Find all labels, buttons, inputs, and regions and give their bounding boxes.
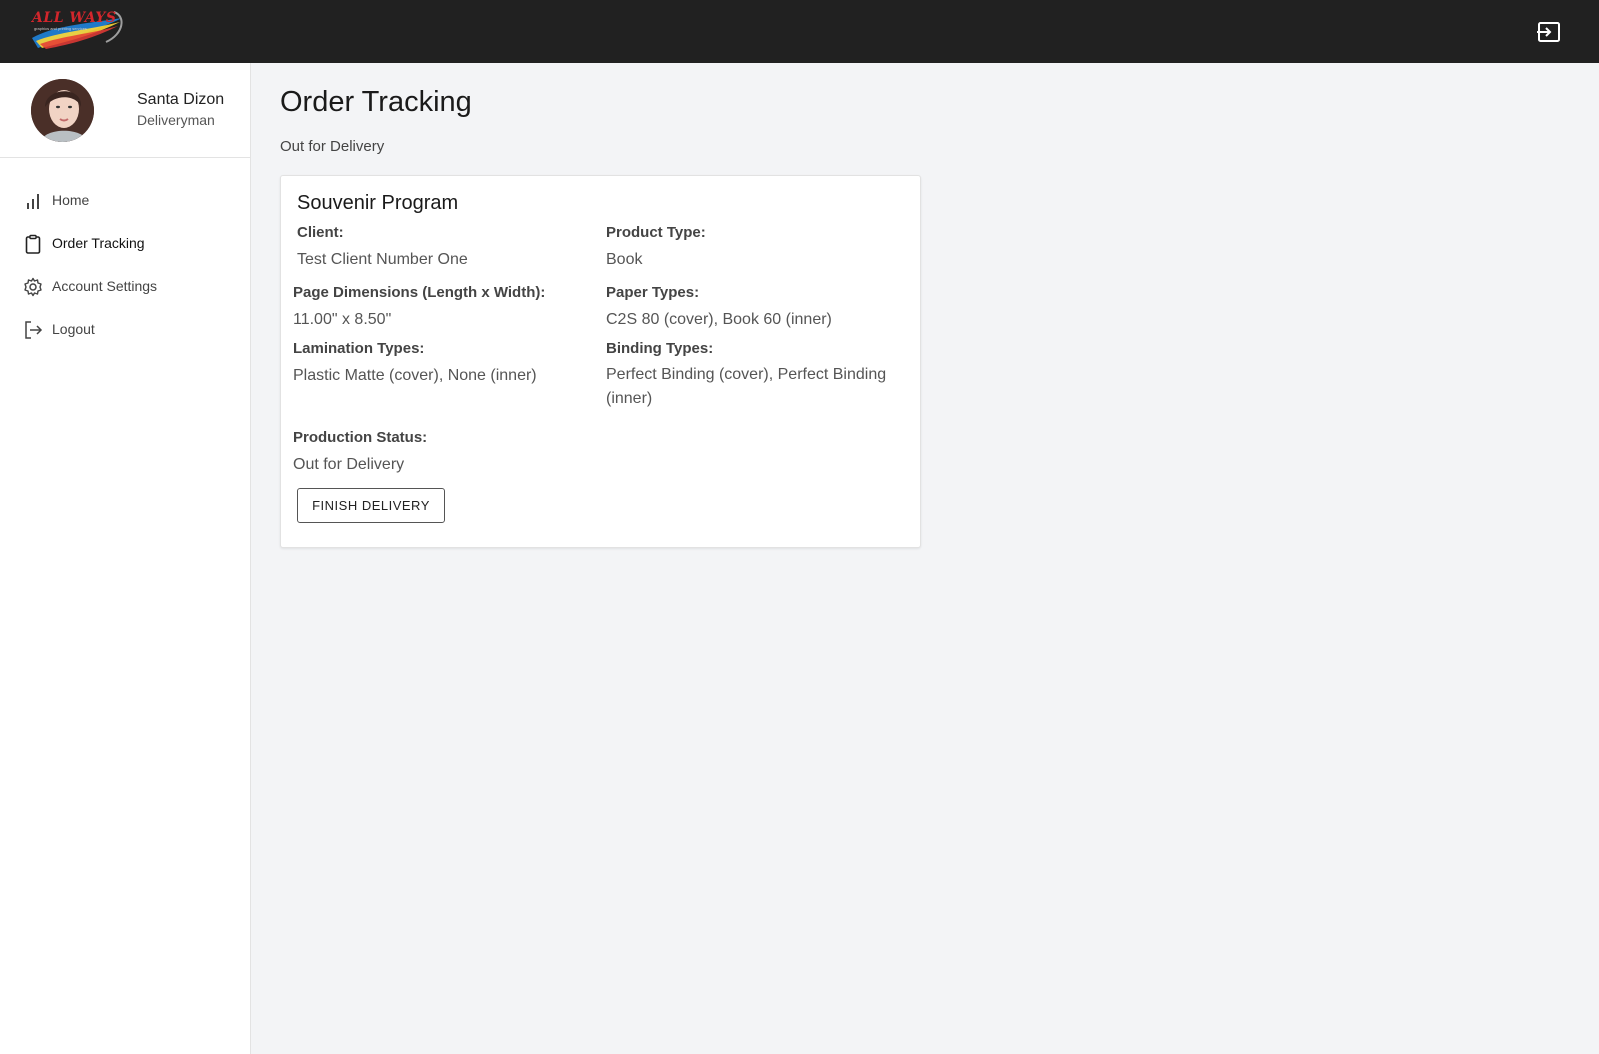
company-logo[interactable]: ALL WAYS graphics and printing services	[28, 8, 126, 52]
sidebar-item-logout[interactable]: Logout	[0, 310, 250, 350]
sidebar-item-order-tracking[interactable]: Order Tracking	[0, 224, 250, 264]
user-role: Deliveryman	[137, 112, 215, 128]
sidebar-item-home[interactable]: Home	[0, 181, 250, 221]
client-value: Test Client Number One	[297, 251, 468, 268]
binding-types-label: Binding Types:	[606, 340, 714, 357]
binding-types-value: Perfect Binding (cover), Perfect Binding…	[606, 366, 887, 407]
bar-chart-icon	[23, 191, 43, 211]
sidebar-item-account-settings[interactable]: Account Settings	[0, 267, 250, 307]
product-type-label: Product Type:	[606, 224, 706, 241]
exit-to-app-icon[interactable]	[1536, 19, 1562, 45]
page-dimensions-value: 11.00" x 8.50"	[293, 311, 392, 328]
order-title: Souvenir Program	[297, 192, 459, 214]
page-dimensions-label: Page Dimensions (Length x Width):	[293, 284, 546, 301]
sidebar-item-label: Account Settings	[52, 278, 158, 294]
paper-types-label: Paper Types:	[606, 284, 700, 301]
lamination-types-value: Plastic Matte (cover), None (inner)	[293, 367, 537, 384]
sidebar-item-label: Logout	[52, 321, 95, 337]
sidebar-item-label: Home	[52, 192, 90, 208]
logo-tagline: graphics and printing services	[34, 26, 87, 31]
production-status-label: Production Status:	[293, 429, 428, 446]
user-profile: Santa Dizon Deliveryman	[0, 63, 250, 158]
lamination-types-label: Lamination Types:	[293, 340, 425, 357]
top-app-bar: ALL WAYS graphics and printing services	[0, 0, 1599, 63]
sidebar: Santa Dizon Deliveryman Home Order Track…	[0, 63, 251, 1054]
product-type-value: Book	[606, 251, 643, 268]
finish-delivery-button[interactable]: FINISH DELIVERY	[297, 488, 445, 523]
page-title: Order Tracking	[280, 86, 472, 118]
client-label: Client:	[297, 224, 344, 241]
avatar	[31, 79, 94, 142]
order-card: Souvenir Program Client: Test Client Num…	[280, 175, 921, 548]
logout-icon	[23, 320, 43, 340]
sidebar-item-label: Order Tracking	[52, 235, 145, 251]
logo-text: ALL WAYS	[32, 10, 117, 26]
user-name: Santa Dizon	[137, 91, 225, 108]
gear-icon	[23, 277, 43, 297]
page-subtitle: Out for Delivery	[280, 138, 385, 155]
clipboard-icon	[23, 234, 43, 254]
production-status-value: Out for Delivery	[293, 456, 405, 473]
paper-types-value: C2S 80 (cover), Book 60 (inner)	[606, 311, 832, 328]
